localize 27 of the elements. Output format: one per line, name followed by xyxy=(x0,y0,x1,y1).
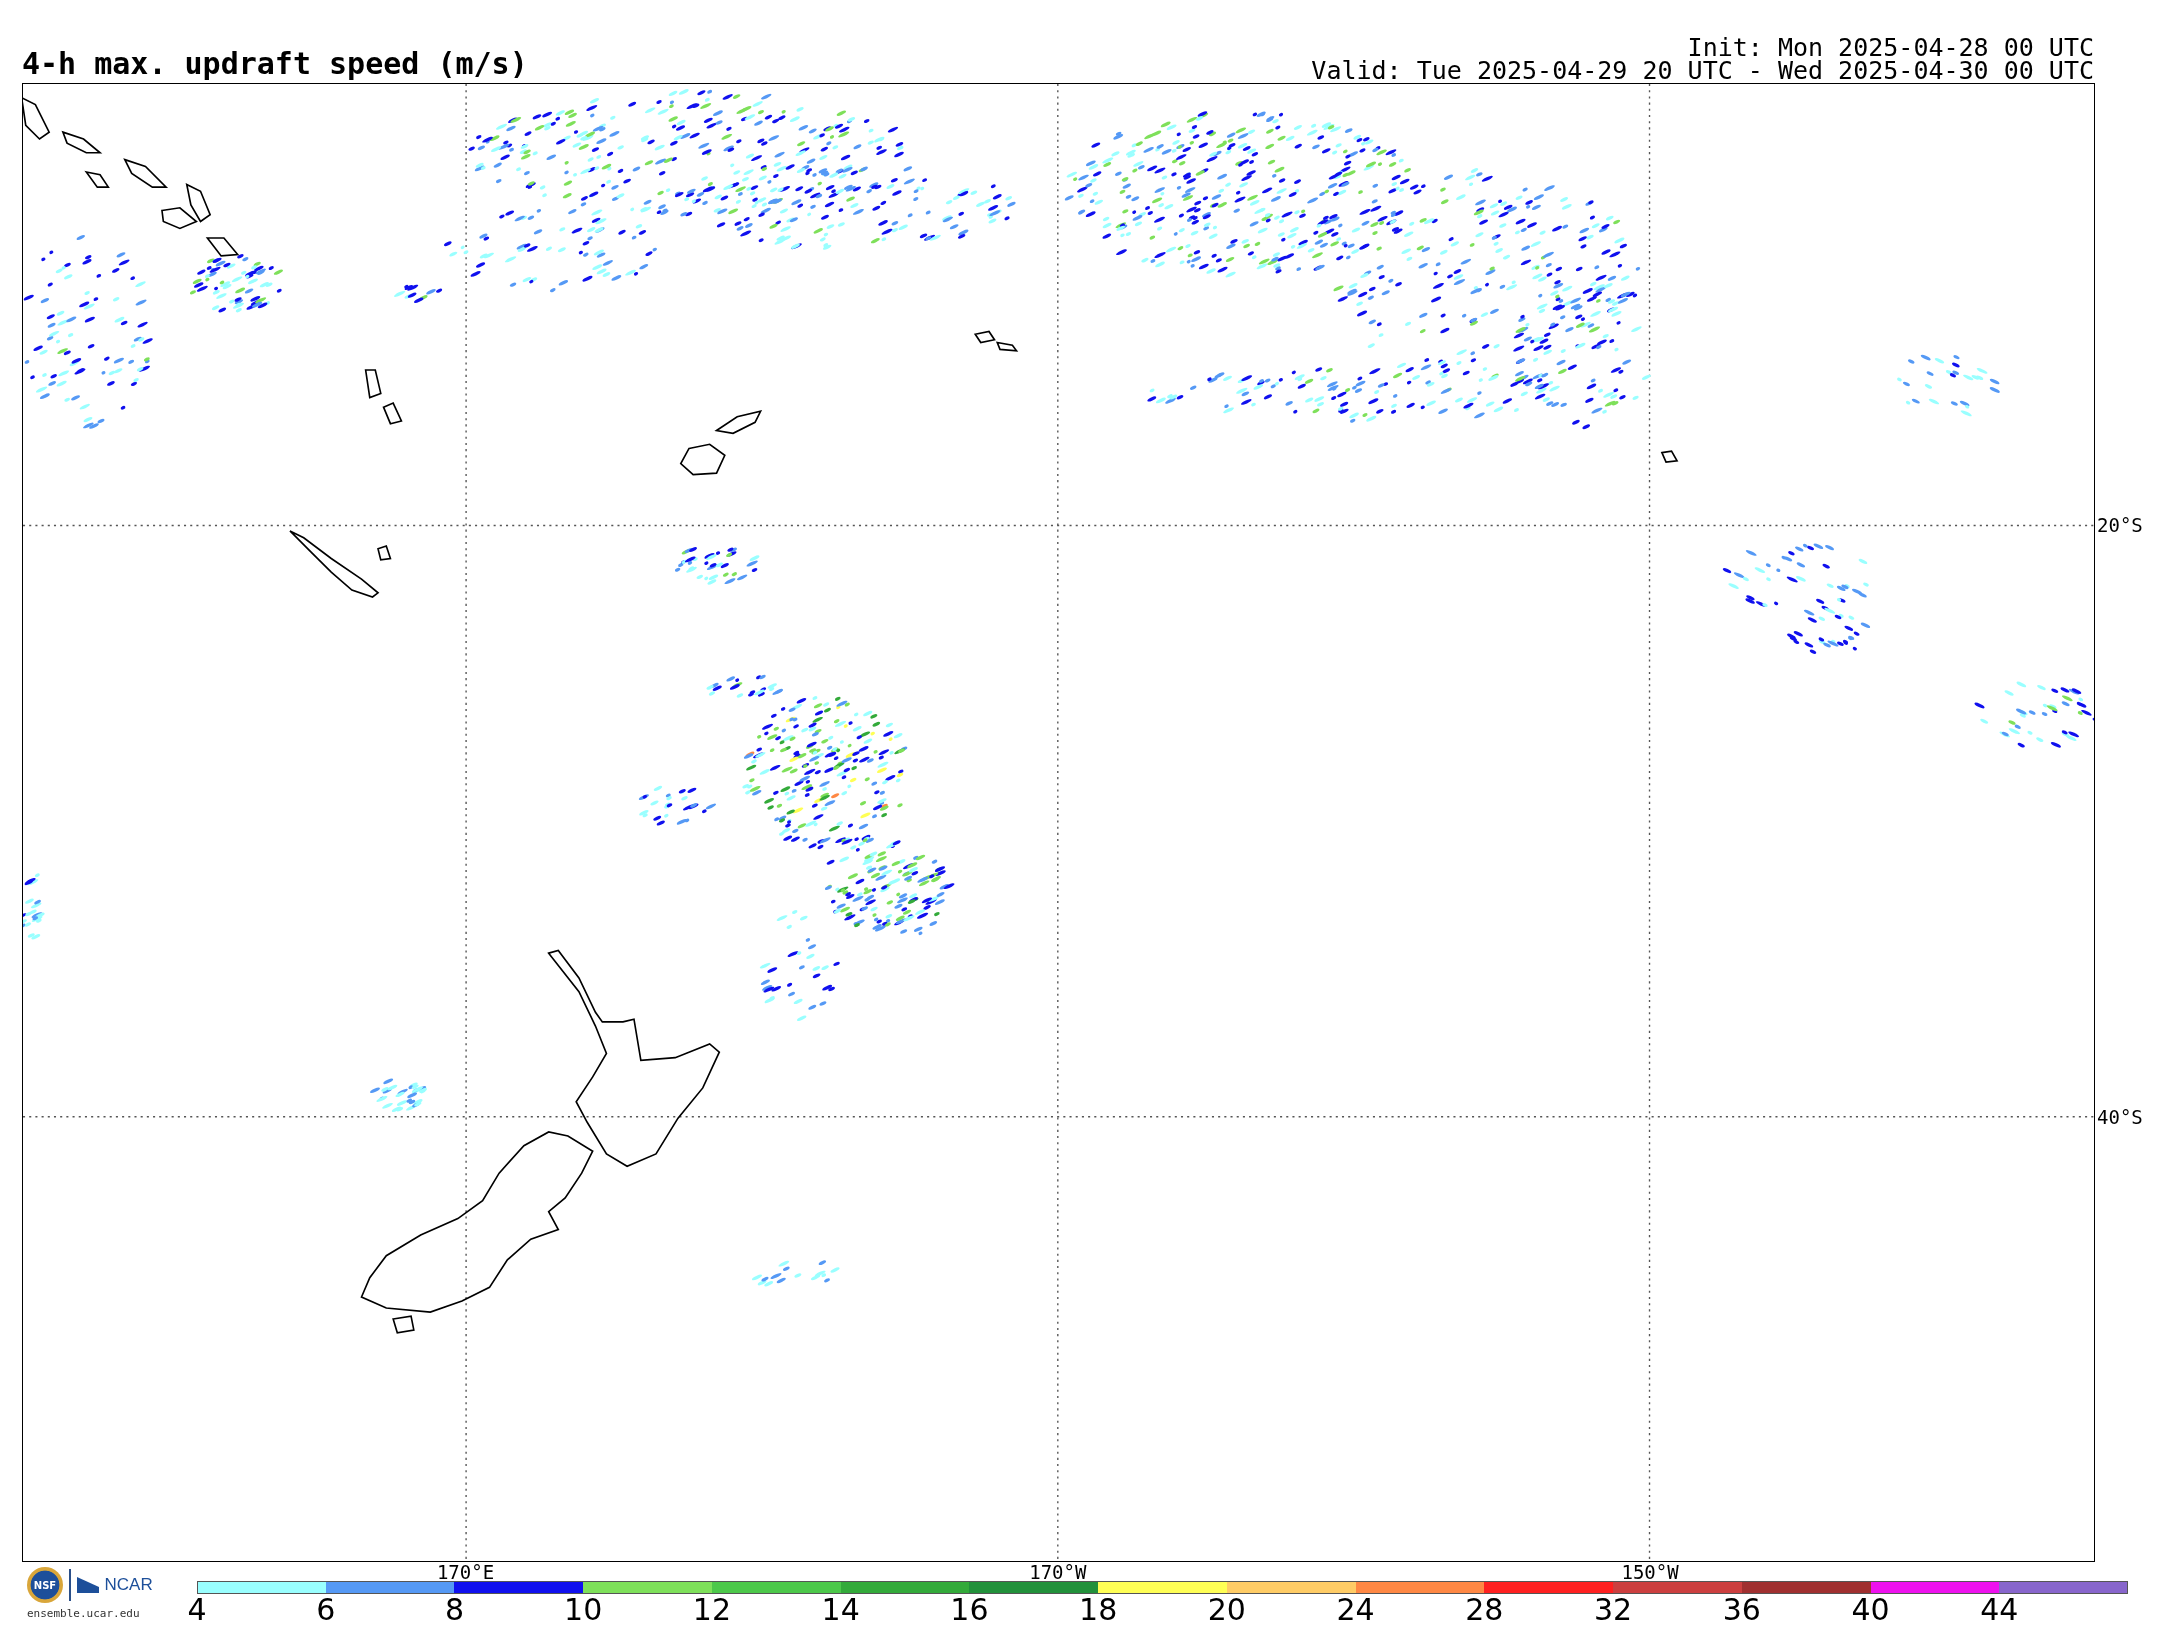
colorbar-tick-label: 10 xyxy=(564,1595,603,1625)
colorbar-tick-label: 32 xyxy=(1594,1595,1633,1625)
longitude-label: 170°E xyxy=(436,1562,495,1582)
longitude-label: 150°W xyxy=(1621,1562,1679,1582)
colorbar-tick-label: 40 xyxy=(1851,1595,1890,1625)
latitude-label: 20°S xyxy=(2097,514,2143,537)
colorbar-tick-label: 44 xyxy=(1980,1595,2019,1625)
colorbar-tick-label: 20 xyxy=(1207,1595,1246,1625)
colorbar-tick-label: 14 xyxy=(821,1595,860,1625)
colorbar-tick-label: 36 xyxy=(1722,1595,1761,1625)
valid-time-text: Valid: Tue 2025-04-29 20 UTC - Wed 2025-04-30 00 UTC xyxy=(1311,59,2094,82)
colorbar-tick-label: 24 xyxy=(1336,1595,1375,1625)
nsf-seal-logo: NSF xyxy=(27,1567,63,1603)
website-url-text: ensemble.ucar.edu xyxy=(27,1607,140,1620)
longitude-label: 170°W xyxy=(1029,1562,1087,1582)
colorbar-tick-label: 6 xyxy=(316,1595,336,1625)
colorbar-tick-label: 4 xyxy=(187,1595,207,1625)
colorbar-tick-label: 12 xyxy=(692,1595,732,1625)
colorbar-tick-label: 18 xyxy=(1079,1595,1118,1625)
chart-title: 4-h max. updraft speed (m/s) xyxy=(22,49,528,79)
ncar-wordmark: NCAR xyxy=(104,1576,153,1594)
ncar-mark-icon xyxy=(76,1577,99,1593)
colorbar-tick-label: 28 xyxy=(1465,1595,1504,1625)
init-time-text: Init: Mon 2025-04-28 00 UTC xyxy=(1687,36,2094,59)
latitude-label: 40°S xyxy=(2097,1106,2143,1129)
colorbar-tick-label: 8 xyxy=(444,1595,464,1625)
colorbar-tick-label: 16 xyxy=(950,1595,989,1625)
